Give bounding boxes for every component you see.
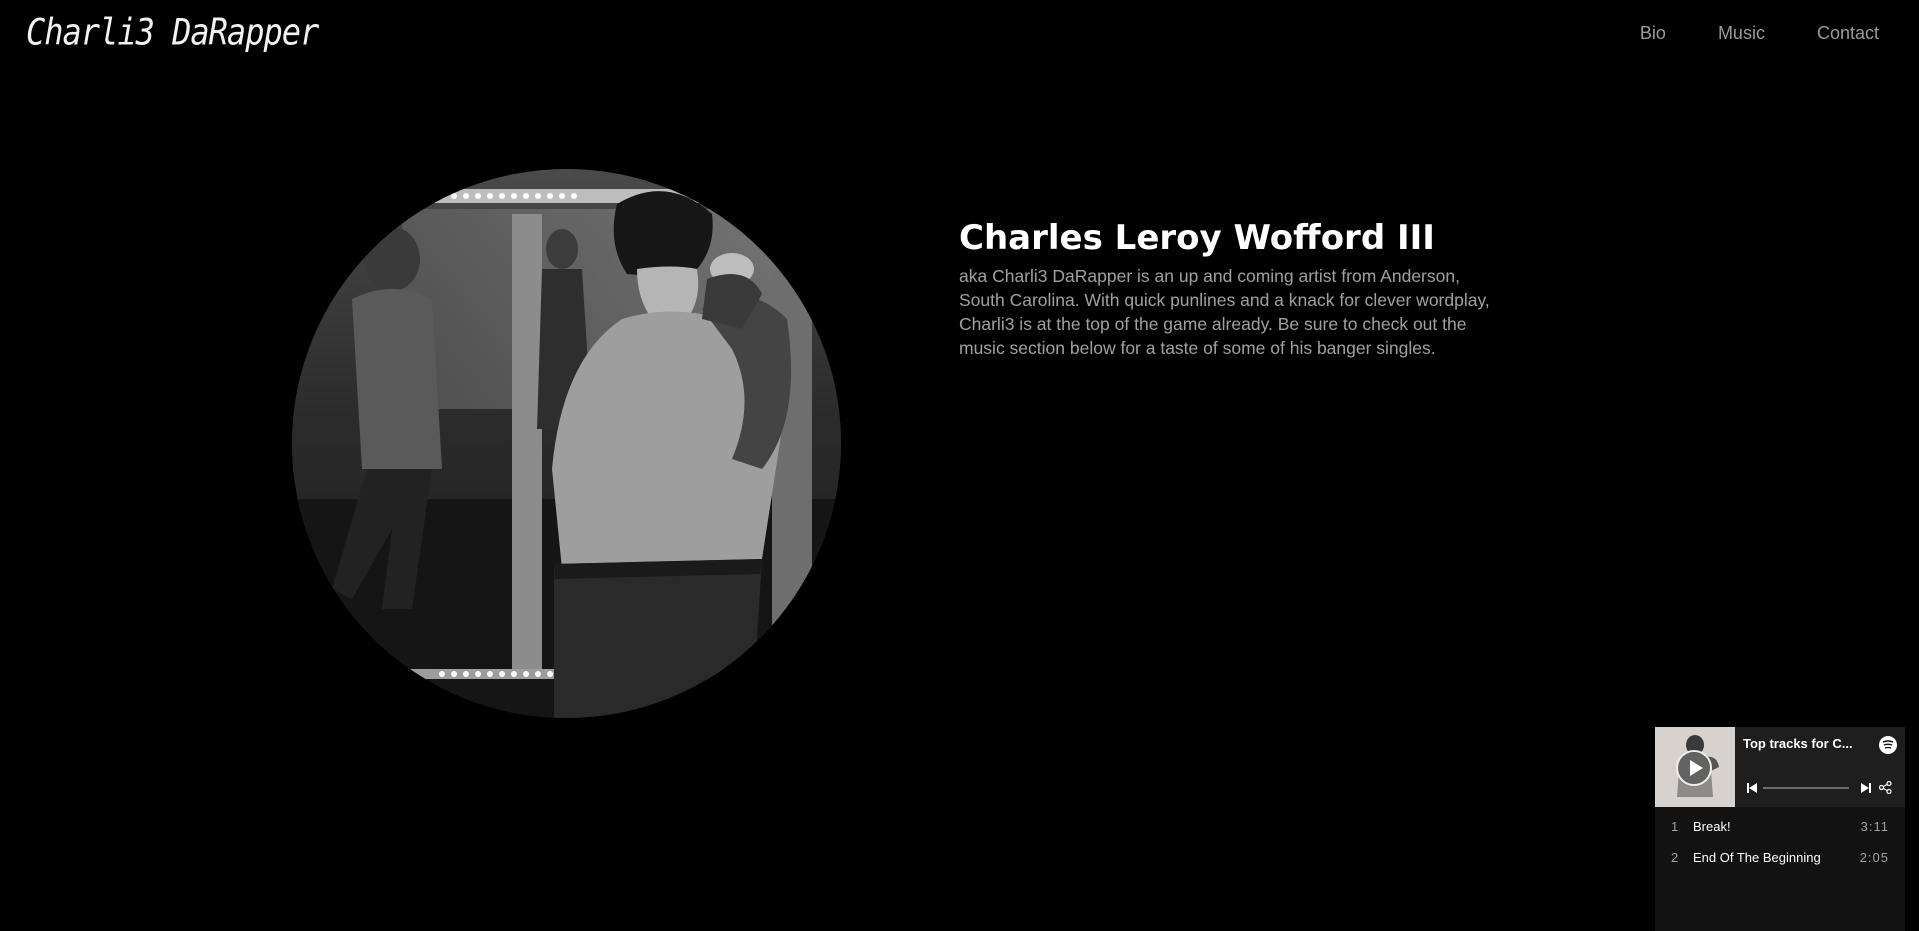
track-row[interactable]: 2 End Of The Beginning 2:05: [1655, 842, 1905, 873]
track-name[interactable]: Break!: [1693, 819, 1731, 834]
next-icon[interactable]: [1860, 781, 1872, 793]
track-number: 1: [1671, 819, 1679, 834]
play-icon[interactable]: [1676, 750, 1712, 786]
artist-description: aka Charli3 DaRapper is an up and coming…: [959, 266, 1490, 358]
album-art: [1655, 727, 1735, 807]
page: Charli3 DaRapper Bio Music Contact Charl…: [0, 0, 1919, 931]
bio-section: Charles Leroy Wofford III aka Charli3 Da…: [959, 218, 1499, 360]
main-nav: Bio Music Contact: [1640, 23, 1879, 44]
nav-contact[interactable]: Contact: [1817, 23, 1879, 44]
nav-bio[interactable]: Bio: [1640, 23, 1666, 44]
track-row[interactable]: 1 Break! 3:11: [1655, 811, 1905, 842]
previous-icon[interactable]: [1746, 781, 1758, 793]
track-number: 2: [1671, 850, 1679, 865]
progress-bar[interactable]: [1763, 787, 1849, 789]
artist-portrait: [292, 169, 841, 718]
playlist-title[interactable]: Top tracks for C...: [1743, 736, 1868, 751]
site-logo[interactable]: Charli3 DaRapper: [26, 10, 319, 54]
track-duration: 2:05: [1859, 850, 1889, 865]
share-icon[interactable]: [1878, 780, 1892, 795]
nav-music[interactable]: Music: [1718, 23, 1765, 44]
track-duration: 3:11: [1860, 819, 1889, 834]
spotify-logo-icon[interactable]: [1879, 736, 1897, 754]
spotify-embed: Top tracks for C... 1 Break! 3:11 2 End …: [1655, 727, 1905, 931]
spotify-header: Top tracks for C...: [1655, 727, 1905, 807]
track-list: 1 Break! 3:11 2 End Of The Beginning 2:0…: [1655, 811, 1905, 873]
artist-name: Charles Leroy Wofford III: [959, 218, 1435, 258]
track-name[interactable]: End Of The Beginning: [1693, 850, 1821, 865]
